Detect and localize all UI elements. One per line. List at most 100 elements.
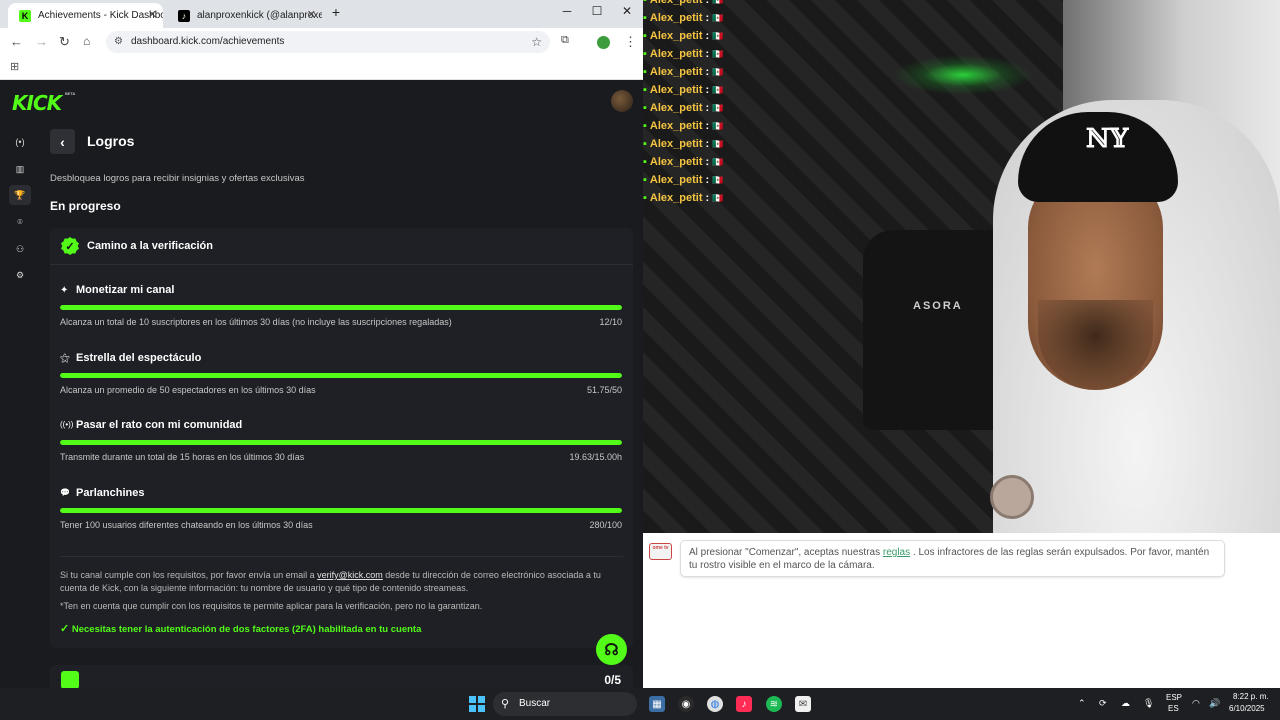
store-icon[interactable]: ▦ [649, 696, 665, 712]
achievement-badge-icon [61, 671, 79, 688]
chat-bullet-icon: ▪ [643, 12, 647, 24]
app-icon[interactable]: ✉ [795, 696, 811, 712]
card-title: Camino a la verificación [87, 240, 213, 252]
rules-text-pre: Al presionar "Comenzar", aceptas nuestra… [689, 547, 883, 558]
mexico-flag-icon: 🇲🇽 [712, 103, 724, 113]
chat-bullet-icon: ▪ [643, 120, 647, 132]
mexico-flag-icon: 🇲🇽 [712, 13, 724, 23]
chat-username[interactable]: Alex_petit [650, 12, 703, 24]
url-field[interactable]: ⚙ dashboard.kick.com/achievements ☆ [106, 31, 550, 53]
chat-username[interactable]: Alex_petit [650, 192, 703, 204]
chat-username[interactable]: Alex_petit [650, 48, 703, 60]
sidebar-camera-icon[interactable]: ⌾ [9, 212, 31, 232]
bookmarks-bar: ⊞ [0, 56, 643, 80]
language-primary[interactable]: ESP [1166, 693, 1182, 702]
sidebar-trophy-icon[interactable]: 🏆 [9, 185, 31, 205]
clock-time[interactable]: 8:22 p. m. [1233, 692, 1269, 701]
maximize-button[interactable]: ☐ [584, 4, 610, 18]
tab-achievements[interactable]: K Achievements - Kick Dashboard ✕ [8, 3, 163, 28]
windows-start-icon[interactable] [469, 696, 485, 712]
green-light-image [893, 55, 1033, 95]
verification-info: Si tu canal cumple con los requisitos, p… [60, 569, 620, 595]
achievement-chatters: 💬 Parlanchines Tener 100 usuarios difere… [60, 487, 623, 548]
chat-username[interactable]: Alex_petit [650, 138, 703, 150]
ometv-logo-icon: ome tv [649, 543, 672, 560]
sidebar-broadcast-icon[interactable]: (•) [9, 132, 31, 152]
sidebar-analytics-icon[interactable]: ▥ [9, 159, 31, 179]
support-button[interactable]: ☊ [596, 634, 627, 665]
mexico-flag-icon: 🇲🇽 [712, 139, 724, 149]
wifi-icon[interactable]: ◠ [1192, 698, 1200, 709]
obs-icon[interactable]: ◉ [678, 696, 694, 712]
forward-icon[interactable]: → [35, 34, 48, 49]
home-icon[interactable]: ⌂ [83, 34, 90, 48]
tiktok-favicon-icon: ♪ [178, 9, 190, 22]
kick-logo[interactable]: KICK [12, 91, 62, 115]
chat-message: ▪ Alex_petit : 🇲🇽 [643, 48, 724, 60]
reload-icon[interactable]: ↻ [59, 34, 70, 50]
star-user-icon: ⚝ [60, 353, 70, 364]
hoodie-badge-image [990, 475, 1034, 519]
spotify-icon[interactable]: ≋ [766, 696, 782, 712]
achievement-name: Pasar el rato con mi comunidad [76, 419, 243, 431]
headset-icon: ☊ [604, 641, 619, 659]
chat-username[interactable]: Alex_petit [650, 120, 703, 132]
chat-username[interactable]: Alex_petit [650, 30, 703, 42]
stream-video: ASORA ℕ𝕐 ▪ Alex_petit : 🇲🇽 ▪ Alex_petit : 🇲… [643, 0, 1280, 533]
chat-username[interactable]: Alex_petit [650, 66, 703, 78]
info-text-pre: Si tu canal cumple con los requisitos, p… [60, 570, 318, 580]
sync-icon[interactable]: ⟳ [1099, 698, 1107, 709]
search-icon: ⚲ [501, 698, 510, 710]
verification-note: *Ten en cuenta que cumplir con los requi… [60, 601, 483, 611]
section-title: En progreso [50, 199, 121, 213]
chat-separator: : [702, 138, 710, 150]
taskbar-search[interactable]: ⚲ Buscar [493, 692, 637, 716]
rules-link[interactable]: reglas [883, 547, 910, 558]
close-tab-icon[interactable]: ✕ [307, 8, 316, 21]
sidebar-settings-icon[interactable]: ⚙ [9, 265, 31, 285]
progress-bar [60, 440, 622, 445]
microphone-icon[interactable]: 🎙 [1143, 698, 1154, 709]
apps-grid-icon[interactable]: ⊞ [10, 60, 19, 73]
mexico-flag-icon: 🇲🇽 [712, 121, 724, 131]
tiktok-icon[interactable]: ♪ [736, 696, 752, 712]
clock-date[interactable]: 6/10/2025 [1229, 704, 1265, 713]
chat-separator: : [702, 156, 710, 168]
chat-icon: 💬 [60, 488, 70, 497]
card-header[interactable]: ✓ Camino a la verificación [50, 228, 633, 265]
close-tab-icon[interactable]: ✕ [148, 8, 157, 21]
bookmark-star-icon[interactable]: ☆ [531, 31, 542, 53]
tab-tiktok[interactable]: ♪ alanproxenkick (@alanproxenk ✕ [167, 3, 322, 28]
mexico-flag-icon: 🇲🇽 [712, 157, 724, 167]
minimize-button[interactable]: ─ [554, 4, 580, 18]
chat-username[interactable]: Alex_petit [650, 174, 703, 186]
chrome-icon[interactable]: ◍ [707, 696, 723, 712]
chat-username[interactable]: Alex_petit [650, 156, 703, 168]
progress-fill [60, 373, 622, 378]
back-icon[interactable]: ← [10, 34, 23, 49]
volume-icon[interactable]: 🔊 [1209, 698, 1220, 709]
new-tab-button[interactable]: + [323, 4, 349, 20]
chat-bullet-icon: ▪ [643, 102, 647, 114]
chat-message: ▪ Alex_petit : 🇲🇽 [643, 84, 724, 96]
show-hidden-icons-icon[interactable]: ⌃ [1078, 698, 1086, 709]
site-info-icon[interactable]: ⚙ [114, 31, 123, 53]
chat-username[interactable]: Alex_petit [650, 84, 703, 96]
chat-separator: : [702, 12, 710, 24]
user-avatar[interactable] [611, 90, 633, 112]
tab-title: Achievements - Kick Dashboard [38, 10, 163, 21]
mexico-flag-icon: 🇲🇽 [712, 0, 724, 5]
sidebar-users-icon[interactable]: ⚇ [9, 239, 31, 259]
close-window-button[interactable]: ✕ [614, 4, 640, 18]
chat-username[interactable]: Alex_petit [650, 102, 703, 114]
chat-bullet-icon: ▪ [643, 192, 647, 204]
cast-icon[interactable]: ⧉ [561, 34, 569, 47]
back-button[interactable]: ‹ [50, 129, 75, 154]
next-achievement-card[interactable]: 0/5 [50, 665, 633, 688]
verify-email-link[interactable]: verify@kick.com [317, 570, 383, 580]
menu-dots-icon[interactable]: ⋮ [624, 34, 637, 50]
profile-avatar-icon[interactable] [597, 36, 610, 49]
chat-username[interactable]: Alex_petit [650, 0, 703, 6]
language-secondary[interactable]: ES [1168, 704, 1179, 713]
cloud-icon[interactable]: ☁ [1121, 698, 1130, 709]
